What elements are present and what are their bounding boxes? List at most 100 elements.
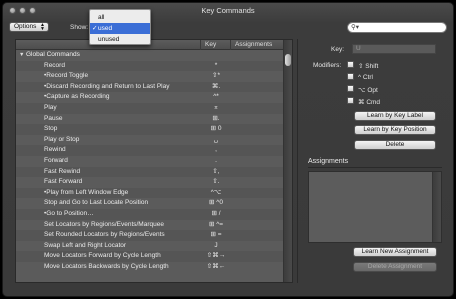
ctrl-icon: ^ <box>358 74 362 81</box>
show-filter-item-used[interactable]: ✓ used <box>90 23 150 34</box>
cmd-modifier: ⌘ Cmd <box>358 98 380 106</box>
command-key: ⊞ ^0 <box>209 199 223 207</box>
table-row[interactable]: •Capture as Recording ^* <box>16 92 284 103</box>
column-header-key[interactable]: Key <box>205 41 216 48</box>
header-divider <box>200 40 201 50</box>
ctrl-checkbox[interactable] <box>347 73 354 80</box>
option-icon: ⌥ <box>358 87 366 94</box>
search-field[interactable]: ⚲▾ <box>347 22 447 33</box>
title-bar: Key Commands <box>3 3 453 19</box>
table-row[interactable]: Forward. <box>16 156 284 167</box>
show-label: Show: <box>70 24 89 31</box>
key-field[interactable]: U <box>352 44 436 54</box>
table-row[interactable]: Stop and Go to Last Locate Position ⊞ ^0 <box>16 198 284 209</box>
table-row[interactable]: Move Locators Backwards by Cycle Length ⇧… <box>16 262 284 273</box>
table-row[interactable]: •Go to Position… ⊞ / <box>16 208 284 220</box>
command-label: Move Locators Forward by Cycle Length <box>44 252 161 260</box>
key-label: Key: <box>331 46 345 53</box>
assignments-scrollbar[interactable] <box>432 172 441 242</box>
command-key: ⇧, <box>212 167 220 175</box>
learn-by-key-label-button[interactable]: Learn by Key Label <box>354 111 436 121</box>
popup-arrows-icon: ▲ ▼ <box>40 22 45 32</box>
learn-by-key-position-button[interactable]: Learn by Key Position <box>354 125 436 135</box>
command-key: ^⌥ <box>210 188 222 196</box>
cmd-checkbox[interactable] <box>347 97 354 104</box>
command-key: J <box>214 241 218 249</box>
panel-divider[interactable] <box>297 39 298 283</box>
command-label: Move Locators Backwards by Cycle Length <box>44 262 169 270</box>
command-label: •Go to Position… <box>44 209 94 217</box>
command-key: ⊞ 0 <box>210 125 222 133</box>
table-row[interactable]: •Play from Left Window Edge ^⌥ <box>16 187 284 199</box>
command-label: Record <box>44 61 65 69</box>
command-key: ⌅ <box>213 103 219 111</box>
command-key: ⇧⌘← <box>206 262 226 270</box>
shift-label: Shift <box>365 63 379 70</box>
assignments-divider <box>308 167 442 168</box>
show-filter-menu[interactable]: all ✓ used unused <box>89 9 151 45</box>
opt-checkbox[interactable] <box>347 85 354 92</box>
command-label: Forward <box>44 156 68 164</box>
group-row[interactable]: ▼ Global Commands <box>16 50 284 61</box>
command-rows: ▼ Global Commands Record * •Record Toggle ⇧… <box>16 50 284 272</box>
command-label: Stop <box>44 125 58 133</box>
command-key: . <box>215 156 217 164</box>
command-label: Rewind <box>44 146 66 154</box>
command-key: ^* <box>213 93 219 101</box>
options-label: Options <box>14 23 37 30</box>
cmd-label: Cmd <box>366 99 381 106</box>
search-icon: ⚲▾ <box>351 24 360 31</box>
table-row[interactable]: Fast Forward ⇧. <box>16 177 284 188</box>
table-row[interactable]: Fast Rewind ⇧, <box>16 166 284 178</box>
command-label: Play or Stop <box>44 135 80 143</box>
table-row[interactable]: Set Rounded Locators by Regions/Events ⊞ … <box>16 230 284 241</box>
table-row[interactable]: Play ⌅ <box>16 102 284 114</box>
command-key: ⌘. <box>211 82 221 90</box>
checkmark-icon: ✓ <box>92 25 98 32</box>
command-icon: ⌘ <box>358 99 365 106</box>
command-key: ⇧* <box>212 72 220 80</box>
table-row[interactable]: Set Locators by Regions/Events/Marquee ⊞ … <box>16 220 284 231</box>
command-label: Fast Rewind <box>44 167 81 175</box>
column-header-assignments[interactable]: Assignments <box>235 41 272 48</box>
command-label: •Capture as Recording <box>44 93 110 101</box>
command-key: , <box>215 146 217 154</box>
disclosure-triangle-icon[interactable]: ▼ <box>19 50 24 61</box>
show-filter-item-unused[interactable]: unused <box>90 34 150 45</box>
delete-assignment-button[interactable]: Delete Assignment <box>353 262 437 272</box>
command-label: Set Locators by Regions/Events/Marquee <box>44 220 164 228</box>
list-scroll-thumb[interactable] <box>285 54 291 66</box>
opt-label: Opt <box>367 87 378 94</box>
shift-checkbox[interactable] <box>347 61 354 68</box>
command-key: ␣ <box>213 135 219 143</box>
assignments-title: Assignments <box>308 158 349 165</box>
table-row[interactable]: Rewind, <box>16 145 284 156</box>
command-label: •Play from Left Window Edge <box>44 188 129 196</box>
command-key: ⊞ / <box>211 209 221 217</box>
command-key: ⊞. <box>212 114 220 122</box>
list-scrollbar[interactable] <box>283 40 292 282</box>
table-row[interactable]: •Record Toggle ⇧* <box>16 71 284 82</box>
table-row[interactable]: Pause ⊞. <box>16 114 284 125</box>
command-key: ⇧. <box>212 178 220 186</box>
ctrl-label: Ctrl <box>362 74 373 81</box>
assignments-list[interactable] <box>308 171 442 243</box>
key-commands-window: Key Commands Options ▲ ▼ Show: all ✓ used… <box>2 2 454 297</box>
command-label: Fast Forward <box>44 178 83 186</box>
show-filter-item-all[interactable]: all <box>90 12 150 23</box>
learn-new-assignment-button[interactable]: Learn New Assignment <box>353 247 437 257</box>
shift-icon: ⇧ <box>358 63 364 70</box>
delete-button[interactable]: Delete <box>354 140 436 150</box>
options-menu-button[interactable]: Options ▲ ▼ <box>9 22 49 32</box>
table-row[interactable]: Swap Left and Right Locator J <box>16 241 284 252</box>
opt-modifier: ⌥ Opt <box>358 86 378 94</box>
key-commands-list[interactable]: Key Assignments ▼ Global Commands Record… <box>15 39 293 283</box>
table-row[interactable]: Stop ⊞ 0 <box>16 124 284 135</box>
command-key: ⊞ ^= <box>208 220 224 228</box>
table-row[interactable]: Record * <box>16 60 284 72</box>
group-label: Global Commands <box>26 51 80 58</box>
table-row[interactable]: Play or Stop ␣ <box>16 135 284 146</box>
table-row[interactable]: •Discard Recording and Return to Last Pl… <box>16 81 284 93</box>
command-key: * <box>214 61 218 69</box>
table-row[interactable]: Move Locators Forward by Cycle Length ⇧⌘→ <box>16 251 284 262</box>
